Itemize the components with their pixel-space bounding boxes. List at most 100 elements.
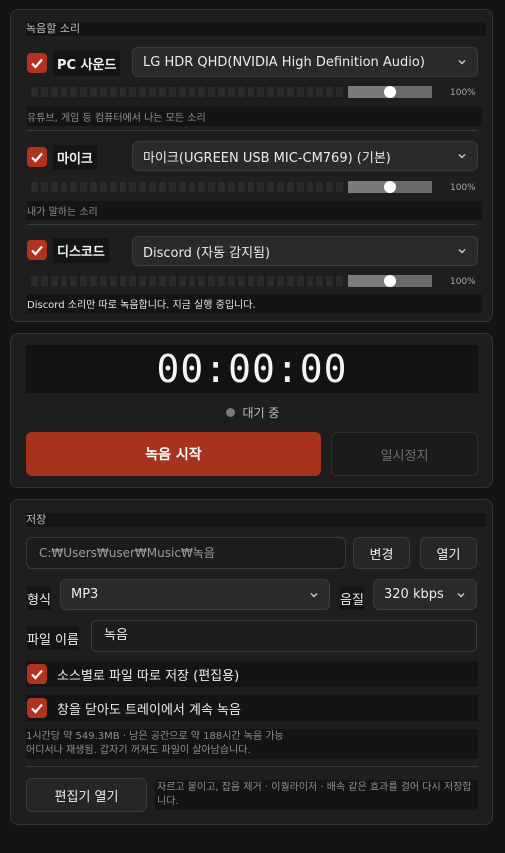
- discord-label: 디스코드: [53, 238, 109, 263]
- pc-sound-slider-knob[interactable]: [384, 86, 396, 98]
- chevron-down-icon: [457, 592, 465, 597]
- meter-segment: [70, 87, 78, 97]
- open-folder-button[interactable]: 열기: [420, 537, 477, 569]
- meter-segment: [326, 87, 334, 97]
- meter-segment: [237, 87, 245, 97]
- format-select[interactable]: MP3: [60, 579, 330, 610]
- option-separate-row[interactable]: 소스별로 파일 따로 저장 (편집용): [26, 661, 478, 687]
- change-path-button[interactable]: 변경: [353, 537, 410, 569]
- meter-segment: [218, 182, 225, 192]
- meter-segment: [336, 276, 343, 286]
- meter-segment: [80, 276, 88, 286]
- meter-segment: [90, 87, 97, 97]
- discord-hint: Discord 소리만 따로 녹음합니다. 지금 실행 중입니다.: [27, 294, 482, 313]
- pc-sound-volume-slider[interactable]: [348, 84, 432, 100]
- mic-hint: 내가 말하는 소리: [27, 201, 482, 220]
- save-panel: 저장 C:₩Users₩user₩Music₩녹음 변경 열기 형식 MP3 음…: [10, 499, 493, 825]
- pc-sound-checkbox[interactable]: [27, 53, 47, 73]
- divider: [26, 766, 478, 767]
- pc-sound-level-meter: [31, 87, 343, 97]
- meter-segment: [31, 182, 38, 192]
- pc-sound-device-select[interactable]: LG HDR QHD(NVIDIA High Definition Audio): [132, 47, 478, 77]
- pause-button[interactable]: 일시정지: [331, 432, 478, 476]
- meter-segment: [139, 87, 147, 97]
- meter-segment: [286, 87, 294, 97]
- filename-label: 파일 이름: [27, 627, 79, 650]
- divider: [27, 130, 477, 131]
- meter-segment: [149, 182, 156, 192]
- meter-segment: [80, 87, 88, 97]
- chevron-down-icon: [458, 60, 466, 65]
- meter-segment: [158, 276, 166, 286]
- meter-segment: [188, 276, 196, 286]
- meter-segment: [277, 276, 284, 286]
- format-value: MP3: [71, 587, 99, 602]
- meter-segment: [296, 276, 304, 286]
- meter-segment: [168, 182, 176, 192]
- meter-segment: [316, 276, 324, 286]
- meter-segment: [60, 87, 68, 97]
- meter-segment: [336, 87, 343, 97]
- pc-sound-device-value: LG HDR QHD(NVIDIA High Definition Audio): [143, 54, 425, 70]
- meter-segment: [277, 87, 284, 97]
- open-editor-button[interactable]: 편집기 열기: [26, 778, 147, 812]
- chevron-down-icon: [310, 592, 318, 597]
- mic-volume-slider[interactable]: [348, 179, 432, 195]
- meter-segment: [40, 182, 48, 192]
- mic-device-select[interactable]: 마이크(UGREEN USB MIC-CM769) (기본): [132, 141, 478, 171]
- meter-segment: [80, 182, 88, 192]
- quality-select[interactable]: 320 kbps: [373, 579, 477, 610]
- discord-volume-slider[interactable]: [348, 273, 432, 289]
- editor-hint: 자르고 붙이고, 잡음 제거 · 이퀄라이저 · 배속 같은 효과를 걸어 다시…: [155, 780, 478, 810]
- separate-files-label: 소스별로 파일 따로 저장 (편집용): [57, 668, 240, 684]
- meter-segment: [99, 87, 107, 97]
- quality-label: 음질: [340, 587, 364, 610]
- meter-segment: [178, 276, 186, 286]
- record-start-button[interactable]: 녹음 시작: [26, 432, 321, 476]
- discord-checkbox[interactable]: [27, 240, 47, 260]
- meter-segment: [267, 182, 275, 192]
- chevron-down-icon: [458, 249, 466, 254]
- storage-info-line1: 1시간당 약 549.3MB · 남은 공간으로 약 188시간 녹음 가능: [26, 731, 284, 742]
- meter-segment: [237, 182, 245, 192]
- meter-segment: [129, 182, 137, 192]
- meter-segment: [149, 87, 156, 97]
- check-icon: [31, 245, 43, 256]
- meter-segment: [326, 276, 334, 286]
- meter-segment: [99, 276, 107, 286]
- filename-input[interactable]: 녹음: [91, 620, 477, 652]
- meter-segment: [306, 182, 314, 192]
- meter-segment: [109, 87, 117, 97]
- mic-checkbox[interactable]: [27, 147, 47, 167]
- tray-recording-checkbox[interactable]: [27, 698, 47, 718]
- discord-slider-knob[interactable]: [384, 275, 396, 287]
- meter-segment: [247, 182, 255, 192]
- mic-level-meter: [31, 182, 343, 192]
- meter-segment: [237, 276, 245, 286]
- discord-device-select[interactable]: Discord (자동 감지됨): [132, 236, 478, 266]
- meter-segment: [208, 276, 216, 286]
- meter-segment: [257, 182, 265, 192]
- status-text: 대기 중: [242, 406, 280, 420]
- option-tray-row[interactable]: 창을 닫아도 트레이에서 계속 녹음: [26, 695, 478, 721]
- meter-segment: [188, 87, 196, 97]
- meter-segment: [218, 276, 225, 286]
- meter-segment: [90, 182, 97, 192]
- meter-segment: [198, 182, 206, 192]
- meter-segment: [60, 182, 68, 192]
- meter-segment: [119, 276, 127, 286]
- meter-segment: [316, 182, 324, 192]
- meter-segment: [31, 276, 38, 286]
- separate-files-checkbox[interactable]: [27, 664, 47, 684]
- meter-segment: [208, 182, 216, 192]
- meter-segment: [139, 276, 147, 286]
- save-path-input[interactable]: C:₩Users₩user₩Music₩녹음: [26, 537, 346, 569]
- mic-slider-knob[interactable]: [384, 181, 396, 193]
- meter-segment: [267, 87, 275, 97]
- format-label: 형식: [27, 587, 51, 610]
- meter-segment: [198, 276, 206, 286]
- storage-info: 1시간당 약 549.3MB · 남은 공간으로 약 188시간 녹음 가능 어…: [26, 729, 478, 759]
- meter-segment: [129, 276, 137, 286]
- check-icon: [31, 703, 43, 714]
- quality-value: 320 kbps: [384, 587, 444, 602]
